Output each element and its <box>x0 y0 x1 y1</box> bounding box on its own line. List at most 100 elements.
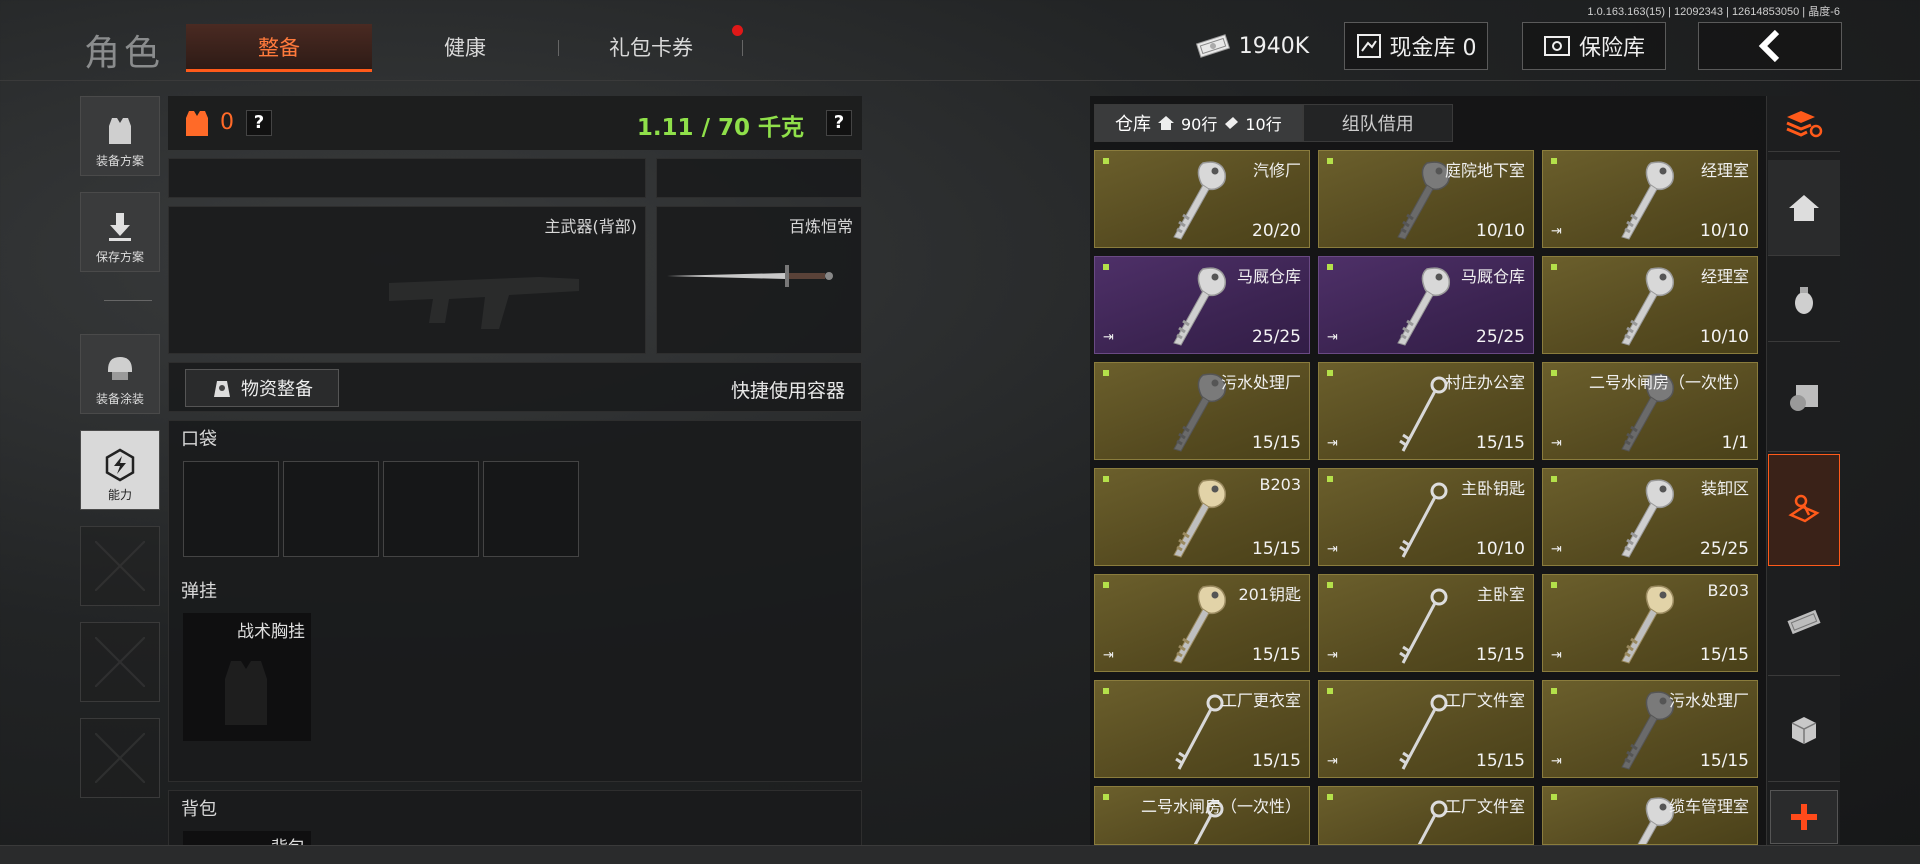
key-item-card[interactable]: 工厂更衣室 15/15 <box>1094 680 1310 778</box>
key-item-card[interactable]: 马厩仓库 25/25 ⇥ <box>1318 256 1534 354</box>
rifle-silhouette-icon <box>389 277 579 329</box>
vest-icon <box>109 118 131 144</box>
empty-slot[interactable] <box>80 526 160 606</box>
key-item-card[interactable]: 201钥匙 15/15 ⇥ <box>1094 574 1310 672</box>
key-item-card[interactable]: 村庄办公室 15/15 ⇥ <box>1318 362 1534 460</box>
key-item-card[interactable]: 工厂文件室 15/15 ⇥ <box>1318 680 1534 778</box>
chest-rig-icon <box>225 661 267 725</box>
add-button[interactable] <box>1770 790 1838 844</box>
key-icon <box>1397 267 1451 346</box>
key-item-durability: 15/15 <box>1252 751 1301 771</box>
weight-help-icon[interactable]: ? <box>826 110 852 136</box>
melee-weapon-slot[interactable]: 百炼恒常 <box>656 206 862 354</box>
key-item-name: 污水处理厂 <box>1668 691 1749 710</box>
key-item-card[interactable]: 经理室 10/10 ⇥ <box>1542 150 1758 248</box>
money-display: 1940K <box>1192 22 1312 70</box>
key-item-name: 缆车管理室 <box>1668 797 1749 816</box>
key-item-name: 汽修厂 <box>1252 161 1301 180</box>
new-item-marker <box>1103 158 1109 164</box>
key-item-card[interactable]: 主卧室 15/15 ⇥ <box>1318 574 1534 672</box>
key-item-card[interactable]: B203 15/15 <box>1094 468 1310 566</box>
new-item-marker <box>1103 794 1109 800</box>
new-item-marker <box>1327 264 1333 270</box>
supply-prep-button[interactable]: 物资整备 <box>185 369 339 407</box>
cash-icon <box>1787 609 1821 634</box>
safe-box-filter-button[interactable] <box>1768 344 1840 452</box>
tab-team-borrow[interactable]: 组队借用 <box>1302 104 1453 142</box>
left-divider <box>104 300 152 301</box>
key-item-card[interactable]: 汽修厂 20/20 <box>1094 150 1310 248</box>
ability-label: 能力 <box>107 488 132 502</box>
key-item-durability: 10/10 <box>1476 221 1525 241</box>
key-item-name: 马厩仓库 <box>1236 267 1301 286</box>
warehouse-tabs: 仓库 90行 10行 组队借用 <box>1094 104 1453 142</box>
storage-label: 仓库 <box>1115 114 1151 135</box>
key-item-card[interactable]: 装卸区 25/25 ⇥ <box>1542 468 1758 566</box>
exit-icon: ⇥ <box>1103 648 1114 663</box>
equipment-slot-top[interactable] <box>168 158 646 198</box>
pocket-slot[interactable] <box>383 461 479 557</box>
key-item-durability: 1/1 <box>1721 433 1749 453</box>
key-item-card[interactable]: 二号水闸房（一次性） <box>1094 786 1310 845</box>
new-item-marker <box>1551 794 1557 800</box>
key-item-card[interactable]: 缆车管理室 <box>1542 786 1758 845</box>
sort-stack-icon <box>1786 110 1823 137</box>
tab-gift-coupons[interactable]: 礼包卡券 <box>558 24 744 72</box>
chevron-left-icon <box>1758 30 1780 62</box>
main-weapon-slot[interactable]: 主武器(背部) <box>168 206 646 354</box>
tab-health[interactable]: 健康 <box>372 24 558 72</box>
key-item-card[interactable]: 马厩仓库 25/25 ⇥ <box>1094 256 1310 354</box>
exit-icon: ⇥ <box>1327 542 1338 557</box>
money-amount: 1940K <box>1238 33 1310 59</box>
key-item-card[interactable]: 污水处理厂 15/15 <box>1094 362 1310 460</box>
pocket-label: 口袋 <box>181 429 217 450</box>
equipment-plan-button[interactable]: 装备方案 <box>80 96 160 176</box>
home-storage-button[interactable] <box>1768 160 1840 256</box>
key-item-card[interactable]: B203 15/15 ⇥ <box>1542 574 1758 672</box>
equipment-slot-top-right[interactable] <box>656 158 862 198</box>
carry-weight: 1.11 / 70 千克 <box>636 115 804 141</box>
key-item-card[interactable]: 二号水闸房（一次性） 1/1 ⇥ <box>1542 362 1758 460</box>
safe-label: 保险库 <box>1578 36 1645 61</box>
supply-prep-label: 物资整备 <box>241 379 313 400</box>
key-icon <box>1621 585 1675 664</box>
equipment-skin-label: 装备涂装 <box>95 392 144 406</box>
key-item-durability: 15/15 <box>1700 751 1749 771</box>
chest-rig-slot[interactable]: 战术胸挂 <box>183 613 311 741</box>
grenade-filter-button[interactable] <box>1768 258 1840 342</box>
crate-filter-button[interactable] <box>1768 678 1840 782</box>
key-item-card[interactable]: 污水处理厂 15/15 ⇥ <box>1542 680 1758 778</box>
ability-button[interactable]: 能力 <box>80 430 160 510</box>
save-plan-button[interactable]: 保存方案 <box>80 192 160 272</box>
empty-slot[interactable] <box>80 718 160 798</box>
key-item-card[interactable]: 庭院地下室 10/10 <box>1318 150 1534 248</box>
key-item-card[interactable]: 经理室 10/10 <box>1542 256 1758 354</box>
equipment-skin-button[interactable]: 装备涂装 <box>80 334 160 414</box>
key-item-card[interactable]: 主卧钥匙 10/10 ⇥ <box>1318 468 1534 566</box>
cash-vault-button[interactable]: 现金库 0 <box>1344 22 1488 70</box>
safe-button[interactable]: 保险库 <box>1522 22 1666 70</box>
new-item-marker <box>1327 370 1333 376</box>
pocket-slot[interactable] <box>183 461 279 557</box>
cash-filter-button[interactable] <box>1768 568 1840 676</box>
main-weapon-label: 主武器(背部) <box>544 217 638 236</box>
supply-bar: 物资整备 快捷使用容器 <box>168 362 862 412</box>
key-filter-button[interactable] <box>1768 454 1840 566</box>
tab-storage[interactable]: 仓库 90行 10行 <box>1094 104 1303 142</box>
other-rows: 10行 <box>1245 115 1282 134</box>
pocket-slot[interactable] <box>283 461 379 557</box>
empty-slot[interactable] <box>80 622 160 702</box>
key-item-name: 主卧室 <box>1476 585 1525 604</box>
armor-help-icon[interactable]: ? <box>246 110 272 136</box>
key-item-durability: 25/25 <box>1252 327 1301 347</box>
key-item-card[interactable]: 工厂文件室 <box>1318 786 1534 845</box>
tab-equip[interactable]: 整备 <box>186 24 372 72</box>
back-button[interactable] <box>1698 22 1842 70</box>
backpack-label: 背包 <box>181 799 217 820</box>
key-item-durability: 15/15 <box>1252 539 1301 559</box>
sort-button[interactable] <box>1768 96 1840 152</box>
download-icon <box>109 213 131 241</box>
notification-dot <box>732 25 743 36</box>
pocket-slot[interactable] <box>483 461 579 557</box>
key-item-durability: 10/10 <box>1700 327 1749 347</box>
